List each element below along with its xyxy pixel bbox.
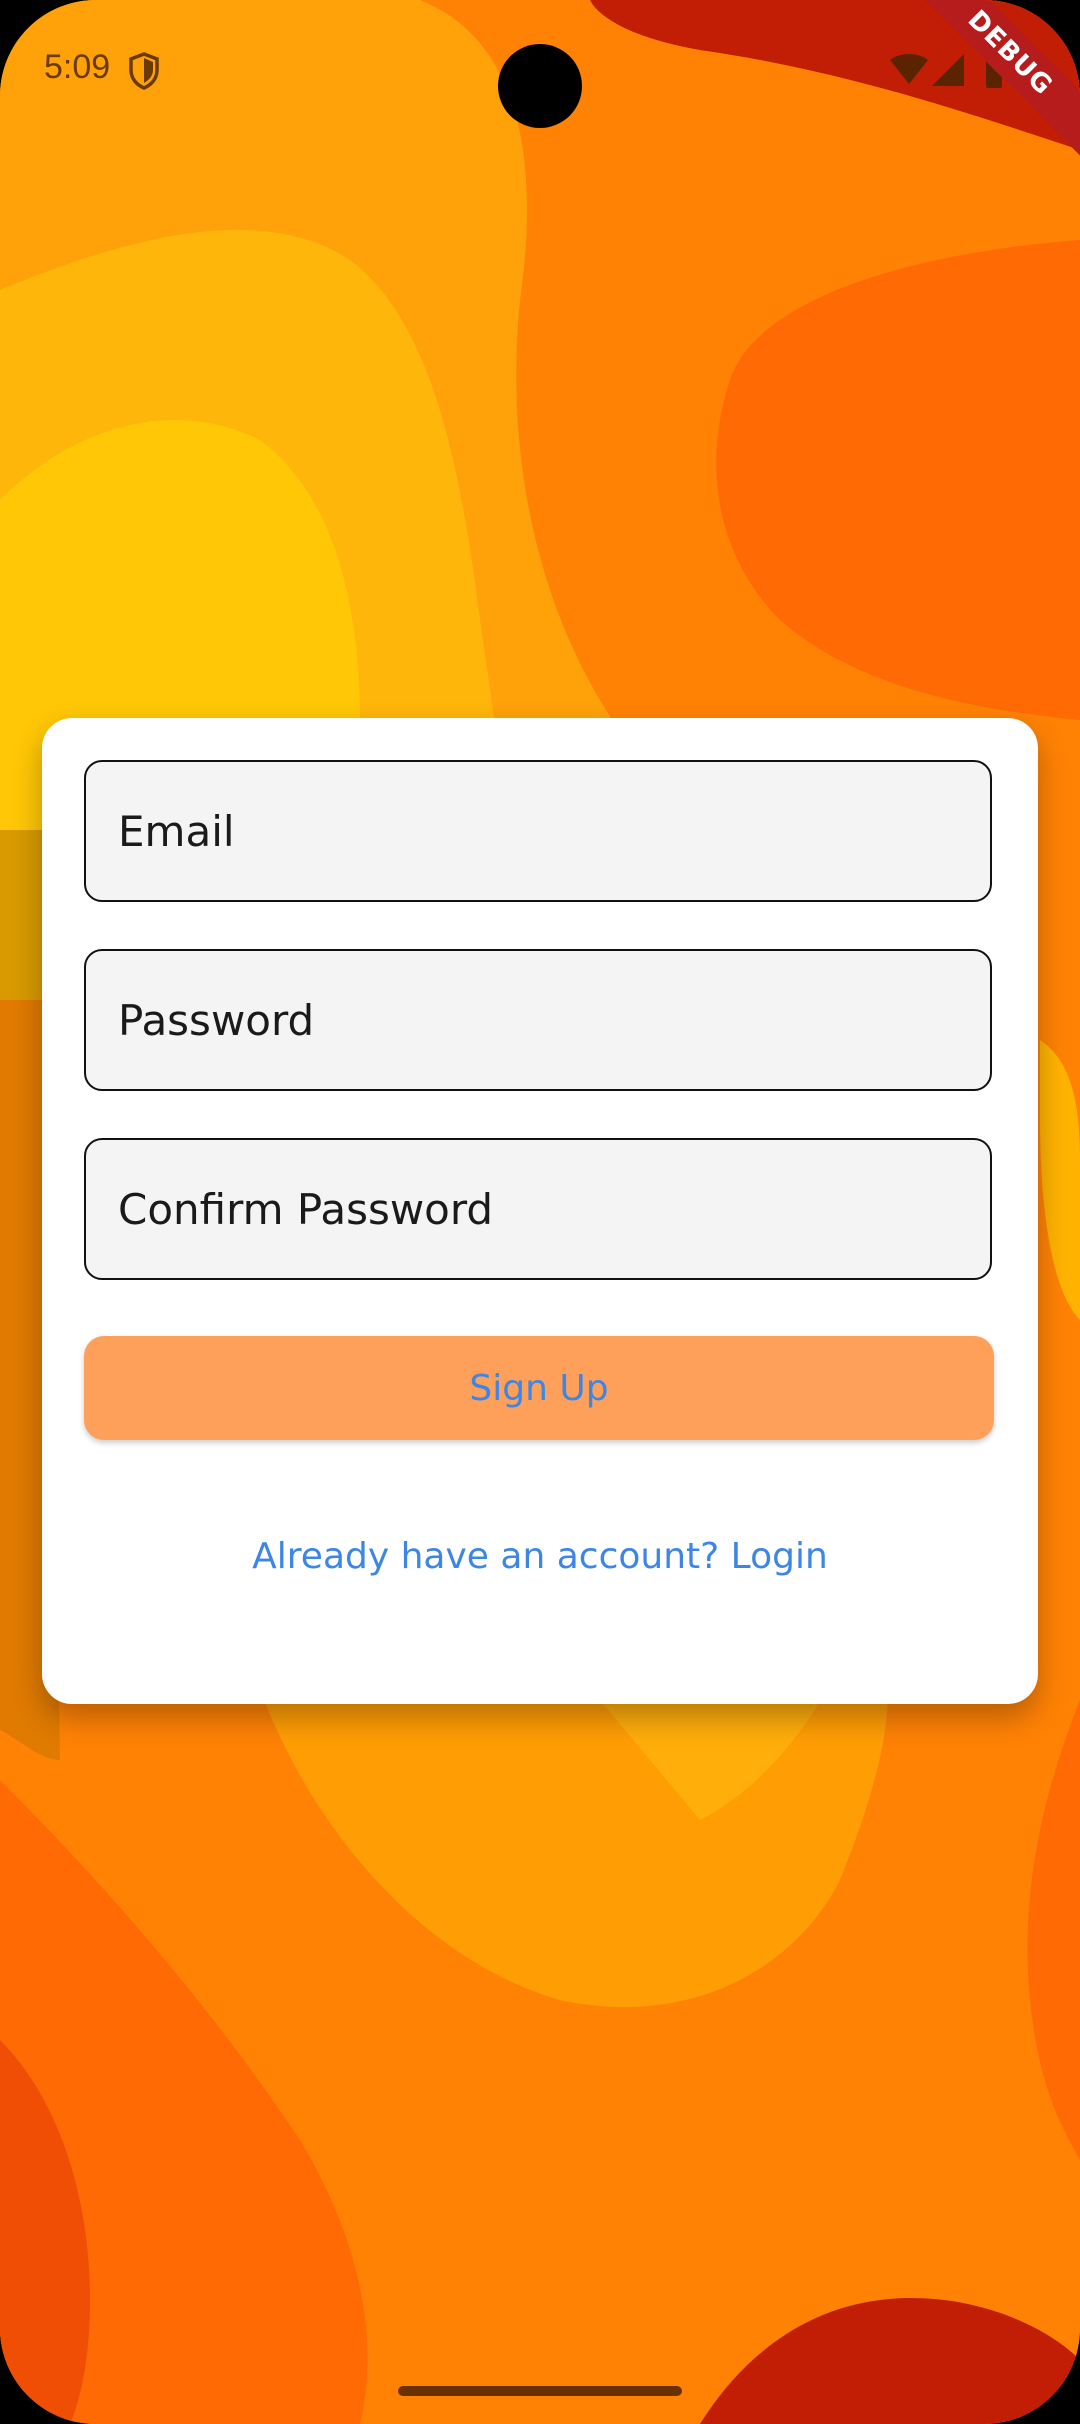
password-input[interactable] (86, 951, 990, 1089)
confirm-password-input[interactable] (86, 1140, 990, 1278)
email-input[interactable] (86, 762, 990, 900)
password-field[interactable] (84, 949, 992, 1091)
signup-button[interactable]: Sign Up (84, 1336, 994, 1440)
wifi-icon (890, 54, 928, 84)
confirm-password-field[interactable] (84, 1138, 992, 1280)
login-link[interactable]: Already have an account? Login (42, 1536, 1038, 1577)
signup-card: Sign Up Already have an account? Login (42, 718, 1038, 1704)
email-field[interactable] (84, 760, 992, 902)
phone-screen: 5:09 DEBUG Sign Up Already have an accou… (0, 0, 1080, 2424)
front-camera (498, 44, 582, 128)
signal-icon (932, 54, 964, 86)
home-indicator[interactable] (398, 2386, 682, 2396)
shield-icon (129, 52, 159, 90)
status-time: 5:09 (44, 48, 111, 86)
